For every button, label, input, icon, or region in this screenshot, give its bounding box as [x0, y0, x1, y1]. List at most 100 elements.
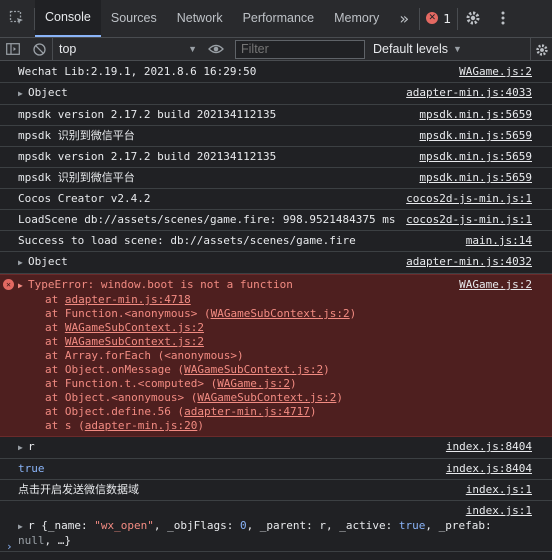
- more-tabs-button[interactable]: »: [389, 0, 419, 37]
- stack-frame-text: at Function.<anonymous> (: [45, 307, 211, 320]
- stack-frame-text: at: [45, 321, 65, 334]
- source-link[interactable]: index.js:1: [466, 504, 532, 518]
- stack-frame-link[interactable]: adapter-min.js:4717: [184, 405, 310, 418]
- stack-frame-link[interactable]: adapter-min.js:4718: [65, 293, 191, 306]
- expand-triangle-icon[interactable]: ▶: [18, 256, 28, 270]
- context-selector[interactable]: top ▼: [53, 38, 203, 61]
- stack-frame-text: at Array.forEach (<anonymous>): [45, 349, 244, 362]
- stack-frame-link[interactable]: WAGame.js:2: [217, 377, 290, 390]
- clear-icon: [32, 42, 46, 56]
- stack-frame: at Function.t.<computed> (WAGame.js:2): [18, 377, 532, 391]
- stack-frame-link[interactable]: WAGameSubContext.js:2: [197, 391, 336, 404]
- error-row[interactable]: ✕ ▶ TypeError: window.boot is not a funct…: [0, 274, 552, 437]
- log-row[interactable]: ▶ r index.js:8404: [0, 437, 552, 459]
- prompt-chevron-icon: ›: [6, 540, 13, 553]
- error-count: 1: [443, 10, 452, 26]
- error-message: TypeError: window.boot is not a function: [28, 278, 293, 291]
- stack-frame-text: ): [323, 363, 330, 376]
- log-row[interactable]: ▶ Object adapter-min.js:4032: [0, 252, 552, 274]
- error-counter[interactable]: ✕ 1: [420, 0, 457, 37]
- source-link[interactable]: mpsdk.min.js:5659: [419, 150, 532, 164]
- devtools-tabbar: Console Sources Network Performance Memo…: [0, 0, 552, 38]
- object-boolean-value: true: [398, 519, 426, 532]
- source-link[interactable]: cocos2d-js-min.js:1: [406, 192, 532, 206]
- stack-frame: at WAGameSubContext.js:2: [18, 335, 532, 349]
- source-link[interactable]: adapter-min.js:4032: [406, 255, 532, 269]
- source-link[interactable]: mpsdk.min.js:5659: [419, 108, 532, 122]
- tab-sources[interactable]: Sources: [101, 0, 167, 37]
- log-text: Object: [28, 86, 68, 99]
- chevron-down-icon: ▼: [453, 44, 462, 54]
- source-link[interactable]: adapter-min.js:4033: [406, 86, 532, 100]
- inspect-element-icon[interactable]: [0, 0, 34, 37]
- stack-frame-text: at: [45, 293, 65, 306]
- log-row: Success to load scene: db://assets/scene…: [0, 231, 552, 252]
- log-row: mpsdk version 2.17.2 build 202134112135 m…: [0, 105, 552, 126]
- kebab-menu-icon: [501, 11, 505, 25]
- expand-triangle-icon[interactable]: ▶: [18, 279, 28, 293]
- log-row[interactable]: ▶ Object adapter-min.js:4033: [0, 83, 552, 105]
- stack-frame-link[interactable]: WAGameSubContext.js:2: [184, 363, 323, 376]
- chevron-down-icon: ▼: [188, 44, 197, 54]
- console-prompt[interactable]: ›: [0, 536, 552, 558]
- console-toolbar: top ▼ Default levels ▼: [0, 38, 552, 61]
- object-text: , _prefab:: [425, 519, 492, 532]
- stack-frame-text: at Function.t.<computed> (: [45, 377, 218, 390]
- sidebar-icon: [6, 43, 20, 55]
- log-levels-dropdown[interactable]: Default levels ▼: [373, 42, 462, 56]
- expand-triangle-icon[interactable]: ▶: [18, 87, 28, 101]
- stack-frame: at WAGameSubContext.js:2: [18, 321, 532, 335]
- log-text: mpsdk version 2.17.2 build 202134112135: [18, 150, 277, 163]
- gear-icon: [535, 43, 548, 56]
- source-link[interactable]: WAGame.js:2: [459, 65, 532, 79]
- log-text: mpsdk version 2.17.2 build 202134112135: [18, 108, 277, 121]
- expand-triangle-icon[interactable]: ▶: [18, 520, 28, 534]
- source-link[interactable]: main.js:14: [466, 234, 532, 248]
- console-settings-button[interactable]: [530, 38, 552, 61]
- tab-memory[interactable]: Memory: [324, 0, 389, 37]
- clear-console-button[interactable]: [26, 38, 52, 61]
- show-sidebar-button[interactable]: [0, 38, 26, 61]
- source-link[interactable]: WAGame.js:2: [459, 278, 532, 292]
- stack-frame: at Object.<anonymous> (WAGameSubContext.…: [18, 391, 532, 405]
- stack-frame-link[interactable]: WAGameSubContext.js:2: [65, 335, 204, 348]
- stack-frame-text: at Object.define.56 (: [45, 405, 185, 418]
- expand-triangle-icon[interactable]: ▶: [18, 441, 28, 455]
- console-output: Wechat Lib:2.19.1, 2021.8.6 16:29:50 WAGa…: [0, 62, 552, 560]
- stack-frame: at Object.define.56 (adapter-min.js:4717…: [18, 405, 532, 419]
- log-text: r: [28, 440, 35, 453]
- source-link[interactable]: index.js:8404: [446, 462, 532, 476]
- log-text: LoadScene db://assets/scenes/game.fire: …: [18, 213, 396, 226]
- stack-frame: at Function.<anonymous> (WAGameSubContex…: [18, 307, 532, 321]
- log-row: mpsdk 识别到微信平台 mpsdk.min.js:5659: [0, 126, 552, 147]
- object-text: , _parent: r, _active:: [246, 519, 399, 532]
- log-text: 点击开启发送微信数据域: [18, 483, 139, 496]
- customize-menu-button[interactable]: [488, 0, 518, 37]
- source-link[interactable]: cocos2d-js-min.js:1: [406, 213, 532, 227]
- log-text: mpsdk 识别到微信平台: [18, 129, 135, 142]
- source-link[interactable]: index.js:1: [466, 483, 532, 497]
- live-expression-button[interactable]: [203, 38, 229, 61]
- tab-network[interactable]: Network: [167, 0, 233, 37]
- stack-frame: at Array.forEach (<anonymous>): [18, 349, 532, 363]
- tab-performance[interactable]: Performance: [233, 0, 325, 37]
- filter-input[interactable]: [235, 39, 365, 59]
- tab-console[interactable]: Console: [35, 0, 101, 37]
- object-string-value: "wx_open": [94, 519, 154, 532]
- gear-icon: [466, 11, 480, 25]
- stack-frame-text: ): [197, 419, 204, 432]
- settings-button[interactable]: [458, 0, 488, 37]
- log-row: LoadScene db://assets/scenes/game.fire: …: [0, 210, 552, 231]
- stack-frame-text: at Object.onMessage (: [45, 363, 185, 376]
- stack-frame-text: ): [309, 405, 317, 418]
- stack-frame-link[interactable]: WAGameSubContext.js:2: [211, 307, 350, 320]
- source-link[interactable]: index.js:8404: [446, 440, 532, 454]
- stack-frame: at adapter-min.js:4718: [18, 293, 532, 307]
- stack-trace: at adapter-min.js:4718 at Function.<anony…: [18, 293, 532, 433]
- source-link[interactable]: mpsdk.min.js:5659: [419, 129, 532, 143]
- source-link[interactable]: mpsdk.min.js:5659: [419, 171, 532, 185]
- object-number-value: 0: [239, 519, 247, 532]
- stack-frame-link[interactable]: WAGameSubContext.js:2: [65, 321, 204, 334]
- log-levels-label: Default levels: [373, 42, 449, 56]
- stack-frame-link[interactable]: adapter-min.js:20: [85, 419, 198, 432]
